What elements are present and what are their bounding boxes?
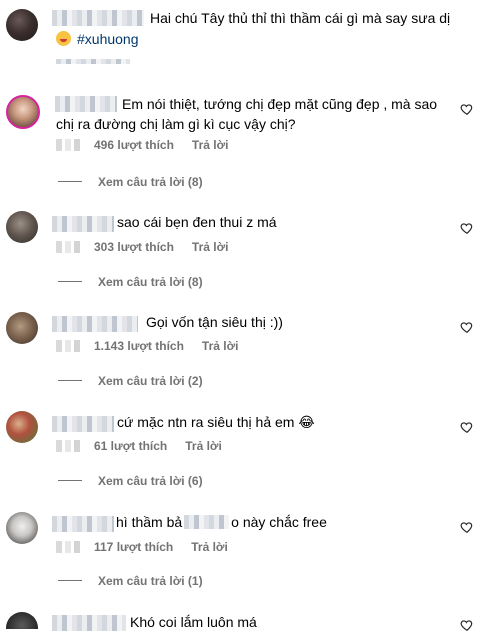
comment-avatar[interactable]: [6, 411, 38, 443]
comment-author-censored[interactable]: [52, 316, 138, 332]
view-replies-label: Xem câu trả lời (6): [98, 474, 203, 488]
comment-avatar[interactable]: [6, 512, 38, 544]
reply-button[interactable]: Trả lời: [185, 439, 222, 453]
reply-button[interactable]: Trả lời: [202, 339, 239, 353]
heart-outline-icon[interactable]: [460, 320, 474, 334]
view-replies-button[interactable]: Xem câu trả lời (2): [58, 374, 203, 388]
hashtag-link[interactable]: #xuhuong: [77, 31, 139, 47]
rolling-laugh-emoji-icon: [56, 31, 71, 46]
replies-divider-line: [58, 480, 82, 481]
reply-button[interactable]: Trả lời: [192, 240, 229, 254]
comment-avatar[interactable]: [6, 211, 38, 243]
heart-outline-icon[interactable]: [460, 520, 474, 534]
replies-divider-line: [58, 281, 82, 282]
view-replies-label: Xem câu trả lời (2): [98, 374, 203, 388]
comment-text: sao cái bẹn đen thui z má: [117, 214, 277, 230]
meta-censored: [56, 541, 86, 553]
meta-censored: [56, 340, 86, 352]
view-replies-button[interactable]: Xem câu trả lời (8): [58, 175, 203, 189]
comment-meta: 1.143 lượt thích Trả lời: [56, 339, 238, 353]
replies-divider-line: [58, 380, 82, 381]
comment-item: sao cái bẹn đen thui z má 303 lượt thích…: [0, 198, 481, 298]
reply-button[interactable]: Trả lời: [191, 540, 228, 554]
comment-text-part: o này chắc free: [231, 514, 327, 530]
comment-text: Gọi vốn tận siêu thị :)): [146, 314, 283, 330]
comment-avatar[interactable]: [6, 95, 40, 129]
view-replies-button[interactable]: Xem câu trả lời (8): [58, 275, 203, 289]
comment-item: Em nói thiệt, tướng chị đẹp mặt cũng đẹp…: [0, 86, 481, 189]
meta-censored: [56, 139, 86, 151]
like-count[interactable]: 496 lượt thích: [94, 138, 174, 152]
caption-author-name-censored[interactable]: [52, 10, 144, 26]
view-replies-label: Xem câu trả lời (1): [98, 574, 203, 588]
heart-outline-icon[interactable]: [460, 221, 474, 235]
comment-item: hì thầm bả o này chắc free 117 lượt thích…: [0, 498, 481, 598]
comment-item: Gọi vốn tận siêu thị :)) 1.143 lượt thíc…: [0, 298, 481, 398]
comment-text-part: hì thầm bả: [116, 514, 183, 530]
comment-avatar[interactable]: [6, 612, 38, 629]
view-replies-label: Xem câu trả lời (8): [98, 275, 203, 289]
comment-text: cứ mặc ntn ra siêu thị hả em 😂: [117, 414, 315, 430]
comment-meta: 117 lượt thích Trả lời: [56, 540, 228, 554]
like-count[interactable]: 303 lượt thích: [94, 240, 174, 254]
replies-divider-line: [58, 181, 82, 182]
caption-author-avatar[interactable]: [6, 9, 38, 41]
comment-meta: 303 lượt thích Trả lời: [56, 240, 228, 254]
comment-text: Em nói thiệt, tướng chị đẹp mặt cũng đẹp…: [56, 96, 438, 132]
comment-meta: 61 lượt thích Trả lời: [56, 439, 222, 453]
comment-text-censored: [184, 515, 230, 529]
heart-outline-icon[interactable]: [460, 618, 474, 632]
like-count[interactable]: 117 lượt thích: [94, 540, 173, 554]
comment-meta: 496 lượt thích Trả lời: [56, 138, 228, 152]
heart-outline-icon[interactable]: [460, 102, 474, 116]
comment-avatar[interactable]: [6, 312, 38, 344]
comment-item: Khó coi lắm luôn má: [0, 598, 481, 632]
meta-censored: [56, 241, 86, 253]
caption-text: Hai chú Tây thủ thỉ thì thầm cái gì mà s…: [150, 10, 451, 26]
view-replies-button[interactable]: Xem câu trả lời (1): [58, 574, 203, 588]
like-count[interactable]: 61 lượt thích: [94, 439, 167, 453]
comment-author-censored[interactable]: [52, 416, 114, 432]
comment-item: cứ mặc ntn ra siêu thị hả em 😂 61 lượt t…: [0, 398, 481, 498]
post-caption: Hai chú Tây thủ thỉ thì thầm cái gì mà s…: [0, 0, 481, 64]
caption-hashtag-line: #xuhuong: [56, 31, 139, 47]
comment-text: hì thầm bả o này chắc free: [116, 512, 327, 532]
view-replies-button[interactable]: Xem câu trả lời (6): [58, 474, 203, 488]
meta-censored: [56, 440, 86, 452]
comment-author-censored[interactable]: [52, 216, 114, 232]
view-replies-label: Xem câu trả lời (8): [98, 175, 203, 189]
replies-divider-line: [58, 580, 82, 581]
like-count[interactable]: 1.143 lượt thích: [94, 339, 184, 353]
reply-button[interactable]: Trả lời: [192, 138, 229, 152]
comment-author-censored[interactable]: [52, 516, 114, 532]
comment-text: Khó coi lắm luôn má: [130, 614, 257, 630]
caption-extra-censored: [56, 59, 130, 64]
heart-outline-icon[interactable]: [460, 420, 474, 434]
